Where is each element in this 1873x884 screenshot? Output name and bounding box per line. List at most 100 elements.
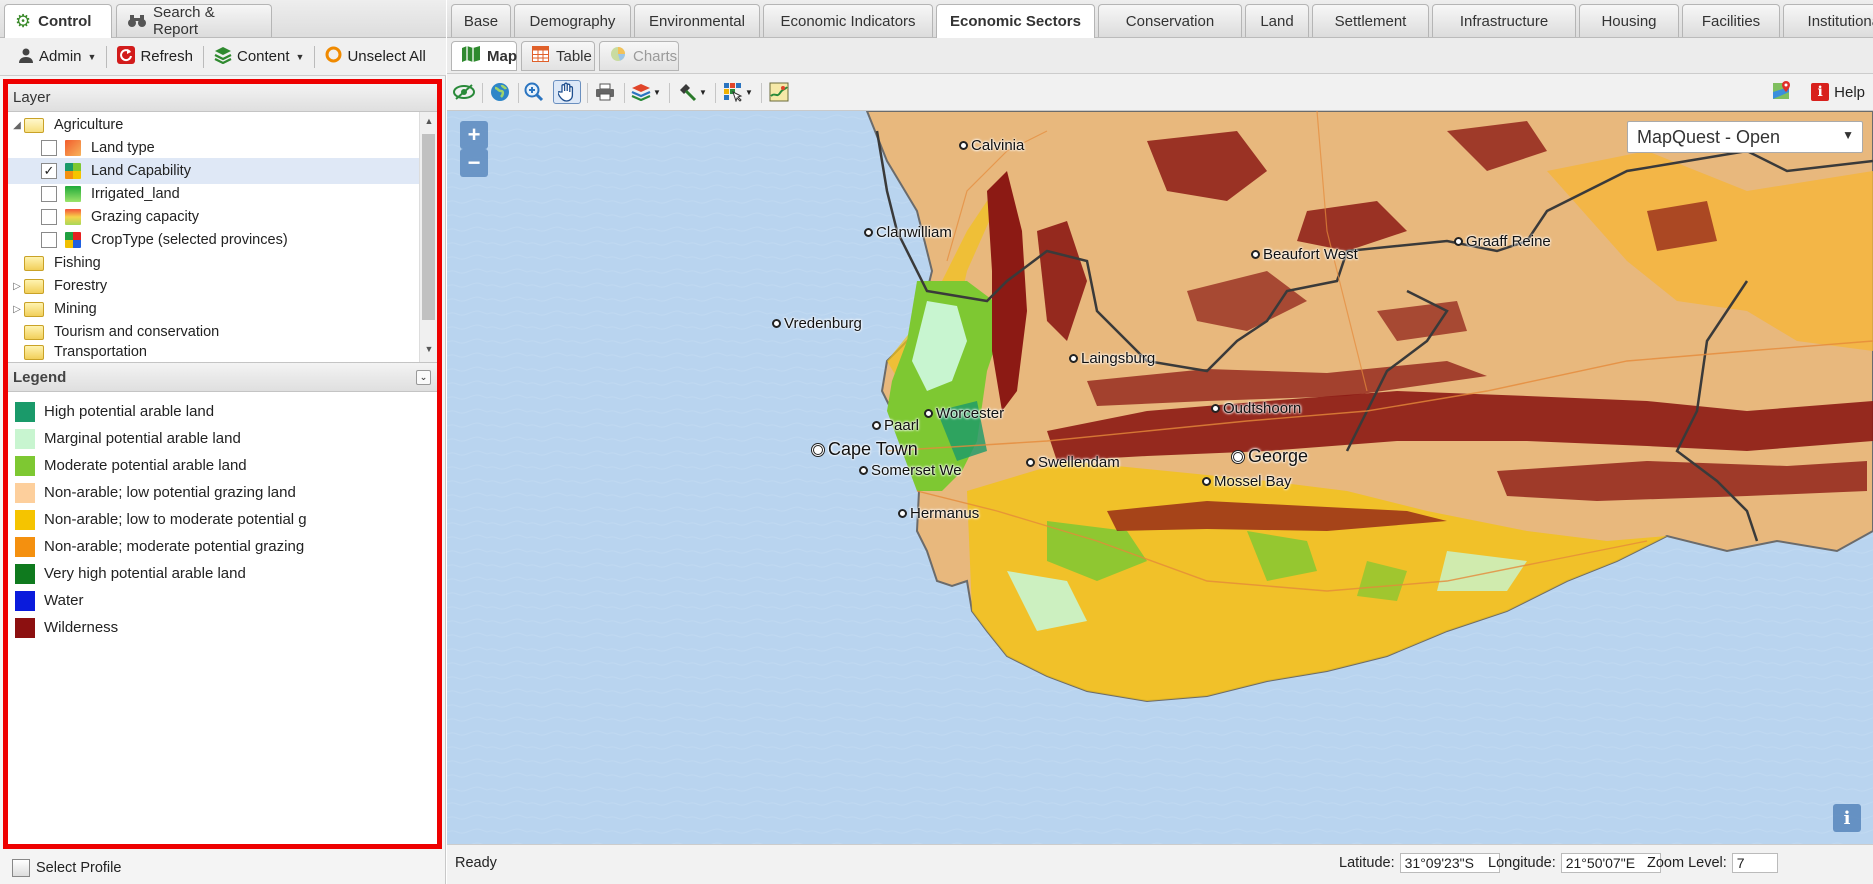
folder-icon (24, 324, 44, 340)
admin-button[interactable]: Admin ▼ (8, 42, 106, 72)
tab-map[interactable]: Map (451, 41, 517, 71)
tab-charts-label: Charts (633, 47, 678, 65)
layer-checkbox[interactable] (41, 209, 57, 225)
folder-open-icon (24, 117, 44, 133)
latitude-readout: Latitude: 31°09'23"S (1339, 853, 1500, 873)
folder-icon (24, 301, 44, 317)
map-canvas[interactable]: + − MapQuest - Open ▼ Calvinia Clanwilli… (447, 111, 1873, 844)
map-label-town: Somerset We (859, 462, 962, 479)
legend-swatch (15, 455, 35, 476)
refresh-label: Refresh (140, 48, 193, 65)
zoom-in-icon[interactable] (521, 80, 547, 104)
tree-label: Land type (91, 140, 155, 156)
map-label-town: Oudtshoorn (1211, 400, 1301, 417)
content-label: Content (236, 48, 290, 65)
tab-economic-sectors[interactable]: Economic Sectors (936, 4, 1095, 38)
chevron-down-icon: ▼ (87, 51, 97, 62)
select-profile-button[interactable]: Select Profile (0, 852, 446, 884)
layer-checkbox[interactable] (41, 140, 57, 156)
zoom-in-button[interactable]: + (460, 121, 488, 149)
expand-arrow-icon[interactable]: ◢ (10, 120, 24, 131)
legend-label: High potential arable land (44, 403, 215, 420)
land-capability-map (447, 111, 1873, 844)
tab-charts[interactable]: Charts (599, 41, 679, 71)
scroll-down-icon[interactable]: ▼ (420, 344, 437, 354)
tab-label: Land (1260, 12, 1294, 30)
tab-facilities[interactable]: Facilities (1682, 4, 1780, 37)
layer-color-icon (65, 163, 81, 179)
tab-label: Conservation (1125, 12, 1215, 30)
chevron-down-icon: ▼ (295, 51, 305, 62)
tab-conservation[interactable]: Conservation (1098, 4, 1242, 37)
tab-search-report[interactable]: Search & Report (116, 4, 272, 38)
pie-chart-icon (610, 46, 626, 66)
tree-folder-transportation[interactable]: Transportation (10, 342, 147, 362)
ring-icon (325, 46, 342, 67)
layer-panel-header: Layer (8, 84, 437, 112)
tab-institutional[interactable]: Institutional (1783, 4, 1873, 37)
layer-tree-scrollbar[interactable]: ▲ ▼ (419, 112, 437, 362)
layer-checkbox[interactable]: ✓ (41, 163, 57, 179)
layer-checkbox[interactable] (41, 232, 57, 248)
map-label-town: Mossel Bay (1202, 473, 1292, 490)
zoom-level-label: Zoom Level: (1647, 855, 1727, 871)
collapse-legend-button[interactable]: ⌄ (416, 370, 431, 385)
tree-label: Tourism and conservation (54, 324, 220, 340)
tab-land[interactable]: Land (1245, 4, 1309, 37)
map-label-town: Vredenburg (772, 315, 862, 332)
tab-housing[interactable]: Housing (1579, 4, 1679, 37)
tree-label: CropType (selected provinces) (91, 232, 288, 248)
tab-environmental[interactable]: Environmental (634, 4, 760, 37)
content-button[interactable]: Content ▼ (204, 42, 314, 72)
map-pin-icon[interactable] (1772, 80, 1792, 104)
tab-settlement[interactable]: Settlement (1312, 4, 1429, 37)
legend-item: Wilderness (8, 614, 437, 641)
zoom-out-button[interactable]: − (460, 149, 488, 177)
pan-hand-icon[interactable] (553, 80, 581, 104)
legend-swatch (15, 590, 35, 611)
map-info-button[interactable]: i (1833, 804, 1861, 832)
latitude-value: 31°09'23"S (1399, 853, 1500, 873)
status-text: Ready (455, 855, 497, 871)
map-export-icon[interactable] (766, 80, 792, 104)
tab-economic-indicators[interactable]: Economic Indicators (763, 4, 933, 37)
map-toolbar: ▼ ▼ ▼ i Help (447, 74, 1873, 111)
category-tabbar: Base Demography Environmental Economic I… (447, 0, 1873, 38)
unselect-all-button[interactable]: Unselect All (315, 42, 435, 72)
tab-table[interactable]: Table (521, 41, 595, 71)
layer-checkbox[interactable] (41, 186, 57, 202)
legend-item: Non-arable; moderate potential grazing (8, 533, 437, 560)
expand-arrow-icon[interactable]: ▷ (10, 281, 24, 292)
tab-table-label: Table (556, 47, 592, 65)
layers-stack-icon (214, 46, 232, 68)
gear-icon: ⚙ (15, 11, 32, 31)
tab-infrastructure[interactable]: Infrastructure (1432, 4, 1576, 37)
globe-icon[interactable] (487, 80, 513, 104)
refresh-button[interactable]: Refresh (107, 42, 203, 72)
admin-label: Admin (39, 48, 82, 65)
help-button[interactable]: i Help (1811, 83, 1865, 101)
layer-color-icon (65, 140, 81, 156)
folder-icon (24, 344, 44, 360)
zoom-level-readout: Zoom Level: 7 (1647, 853, 1778, 873)
scroll-thumb[interactable] (422, 134, 435, 320)
layer-color-icon (65, 186, 81, 202)
expand-arrow-icon[interactable]: ▷ (10, 304, 24, 315)
tab-control[interactable]: ⚙ Control (4, 4, 112, 38)
grid-select-icon[interactable]: ▼ (720, 80, 756, 104)
tab-label: Institutional (1807, 12, 1873, 30)
hammer-tools-icon[interactable]: ▼ (674, 80, 710, 104)
layers-icon[interactable]: ▼ (629, 80, 663, 104)
scroll-up-icon[interactable]: ▲ (420, 116, 437, 126)
layer-color-icon (65, 232, 81, 248)
visibility-icon[interactable] (451, 80, 477, 104)
basemap-select[interactable]: MapQuest - Open ▼ (1627, 121, 1863, 153)
tree-label: Fishing (54, 255, 101, 271)
print-icon[interactable] (592, 80, 618, 104)
legend-swatch (15, 482, 35, 503)
tab-demography[interactable]: Demography (514, 4, 631, 37)
tab-base[interactable]: Base (451, 4, 511, 37)
layer-panel-title: Layer (13, 89, 51, 106)
tree-label: Forestry (54, 278, 108, 294)
map-label-town: Laingsburg (1069, 350, 1155, 367)
